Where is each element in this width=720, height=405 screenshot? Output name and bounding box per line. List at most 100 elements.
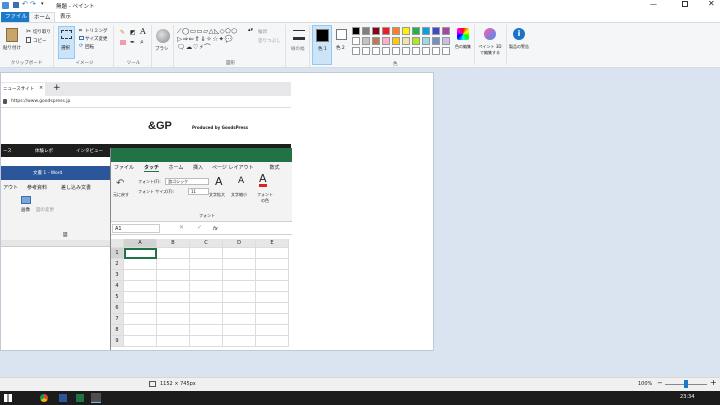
select-button[interactable]: 選択	[58, 26, 75, 59]
table-cell[interactable]	[190, 336, 223, 347]
table-cell[interactable]	[190, 325, 223, 336]
table-cell[interactable]	[256, 248, 289, 259]
palette-swatch[interactable]	[362, 27, 370, 35]
pencil-icon[interactable]: ✎	[120, 29, 125, 36]
shapes-gallery-scroll-icon[interactable]: ▴▾	[248, 27, 253, 33]
custom-palette-swatch[interactable]	[352, 47, 360, 55]
color2-button[interactable]: 色 2	[334, 25, 350, 65]
palette-swatch[interactable]	[392, 37, 400, 45]
table-cell[interactable]	[157, 325, 190, 336]
excel-taskbar-icon[interactable]	[76, 394, 84, 402]
palette-swatch[interactable]	[352, 37, 360, 45]
row-header[interactable]: 4	[111, 281, 124, 292]
paint-canvas[interactable]: ニュースサイト × + https://www.goodspress.jp &G…	[0, 72, 434, 351]
table-cell[interactable]	[190, 292, 223, 303]
table-cell[interactable]	[157, 303, 190, 314]
table-cell[interactable]	[124, 314, 157, 325]
column-header[interactable]: B	[157, 239, 190, 248]
save-icon[interactable]	[13, 2, 19, 8]
color1-button[interactable]: 色 1	[312, 25, 332, 65]
palette-swatch[interactable]	[382, 37, 390, 45]
outline-button[interactable]: 輪郭	[258, 29, 267, 35]
table-cell[interactable]	[157, 292, 190, 303]
tab-file[interactable]: ファイル	[1, 12, 32, 22]
table-cell[interactable]	[223, 292, 256, 303]
table-cell[interactable]	[190, 314, 223, 325]
table-cell[interactable]	[256, 281, 289, 292]
table-cell[interactable]	[256, 303, 289, 314]
palette-swatch[interactable]	[442, 27, 450, 35]
palette-swatch[interactable]	[362, 37, 370, 45]
table-cell[interactable]	[256, 292, 289, 303]
table-cell[interactable]	[124, 303, 157, 314]
table-cell[interactable]	[256, 270, 289, 281]
quick-access-dropdown-icon[interactable]: ▾	[41, 1, 44, 7]
table-cell[interactable]	[124, 336, 157, 347]
palette-swatch[interactable]	[412, 37, 420, 45]
custom-palette-swatch[interactable]	[392, 47, 400, 55]
paste-button[interactable]: 貼り付け	[3, 27, 21, 57]
color-picker-icon[interactable]: ✒	[130, 39, 135, 46]
table-cell[interactable]	[223, 281, 256, 292]
word-taskbar-icon[interactable]	[59, 394, 67, 402]
custom-palette-swatch[interactable]	[432, 47, 440, 55]
tab-home[interactable]: ホーム	[29, 12, 56, 22]
resize-button[interactable]: サイズ変更	[85, 36, 107, 42]
table-cell[interactable]	[157, 270, 190, 281]
row-header[interactable]: 9	[111, 336, 124, 347]
edit-colors-button[interactable]: 色の編集	[454, 25, 472, 65]
table-cell[interactable]	[223, 336, 256, 347]
table-cell[interactable]	[223, 325, 256, 336]
table-cell[interactable]	[124, 281, 157, 292]
chrome-icon[interactable]	[40, 394, 48, 402]
redo-icon[interactable]: ↷	[30, 0, 36, 8]
palette-swatch[interactable]	[412, 27, 420, 35]
fill-button[interactable]: 塗りつぶし	[258, 38, 281, 44]
table-cell[interactable]	[256, 314, 289, 325]
table-cell[interactable]	[256, 325, 289, 336]
palette-swatch[interactable]	[422, 37, 430, 45]
row-header[interactable]: 6	[111, 303, 124, 314]
row-header[interactable]: 2	[111, 259, 124, 270]
row-header[interactable]: 7	[111, 314, 124, 325]
row-header[interactable]: 3	[111, 270, 124, 281]
table-cell[interactable]	[256, 336, 289, 347]
table-cell[interactable]	[157, 259, 190, 270]
table-cell[interactable]	[223, 270, 256, 281]
palette-swatch[interactable]	[402, 27, 410, 35]
table-cell[interactable]	[223, 314, 256, 325]
table-cell[interactable]	[223, 248, 256, 259]
zoom-thumb[interactable]	[684, 380, 688, 388]
maximize-icon[interactable]	[682, 1, 688, 7]
close-icon[interactable]: ✕	[708, 0, 715, 8]
row-header[interactable]: 8	[111, 325, 124, 336]
table-cell[interactable]	[190, 259, 223, 270]
table-cell[interactable]	[157, 336, 190, 347]
table-cell[interactable]	[157, 281, 190, 292]
palette-swatch[interactable]	[352, 27, 360, 35]
table-cell[interactable]	[190, 248, 223, 259]
paint3d-button[interactable]: ペイント 3D で編集する	[474, 25, 504, 65]
column-header[interactable]: A	[124, 239, 157, 248]
custom-palette-swatch[interactable]	[442, 47, 450, 55]
table-cell[interactable]	[223, 259, 256, 270]
custom-palette-swatch[interactable]	[382, 47, 390, 55]
cut-button[interactable]: 切り取り	[33, 29, 51, 35]
crop-button[interactable]: トリミング	[85, 28, 108, 34]
text-icon[interactable]: A	[140, 27, 146, 36]
palette-swatch[interactable]	[422, 27, 430, 35]
table-cell[interactable]	[223, 303, 256, 314]
row-header[interactable]: 1	[111, 248, 124, 259]
table-cell[interactable]	[190, 281, 223, 292]
column-header[interactable]: C	[190, 239, 223, 248]
custom-palette-swatch[interactable]	[412, 47, 420, 55]
palette-swatch[interactable]	[372, 37, 380, 45]
palette-swatch[interactable]	[432, 37, 440, 45]
eraser-icon[interactable]	[120, 40, 126, 45]
rotate-button[interactable]: 回転	[85, 44, 94, 50]
zoom-out-icon[interactable]: −	[657, 379, 663, 387]
table-cell[interactable]	[157, 248, 190, 259]
undo-icon[interactable]: ↶	[22, 0, 28, 8]
table-cell[interactable]	[157, 314, 190, 325]
fill-icon[interactable]: ◩	[130, 29, 136, 36]
